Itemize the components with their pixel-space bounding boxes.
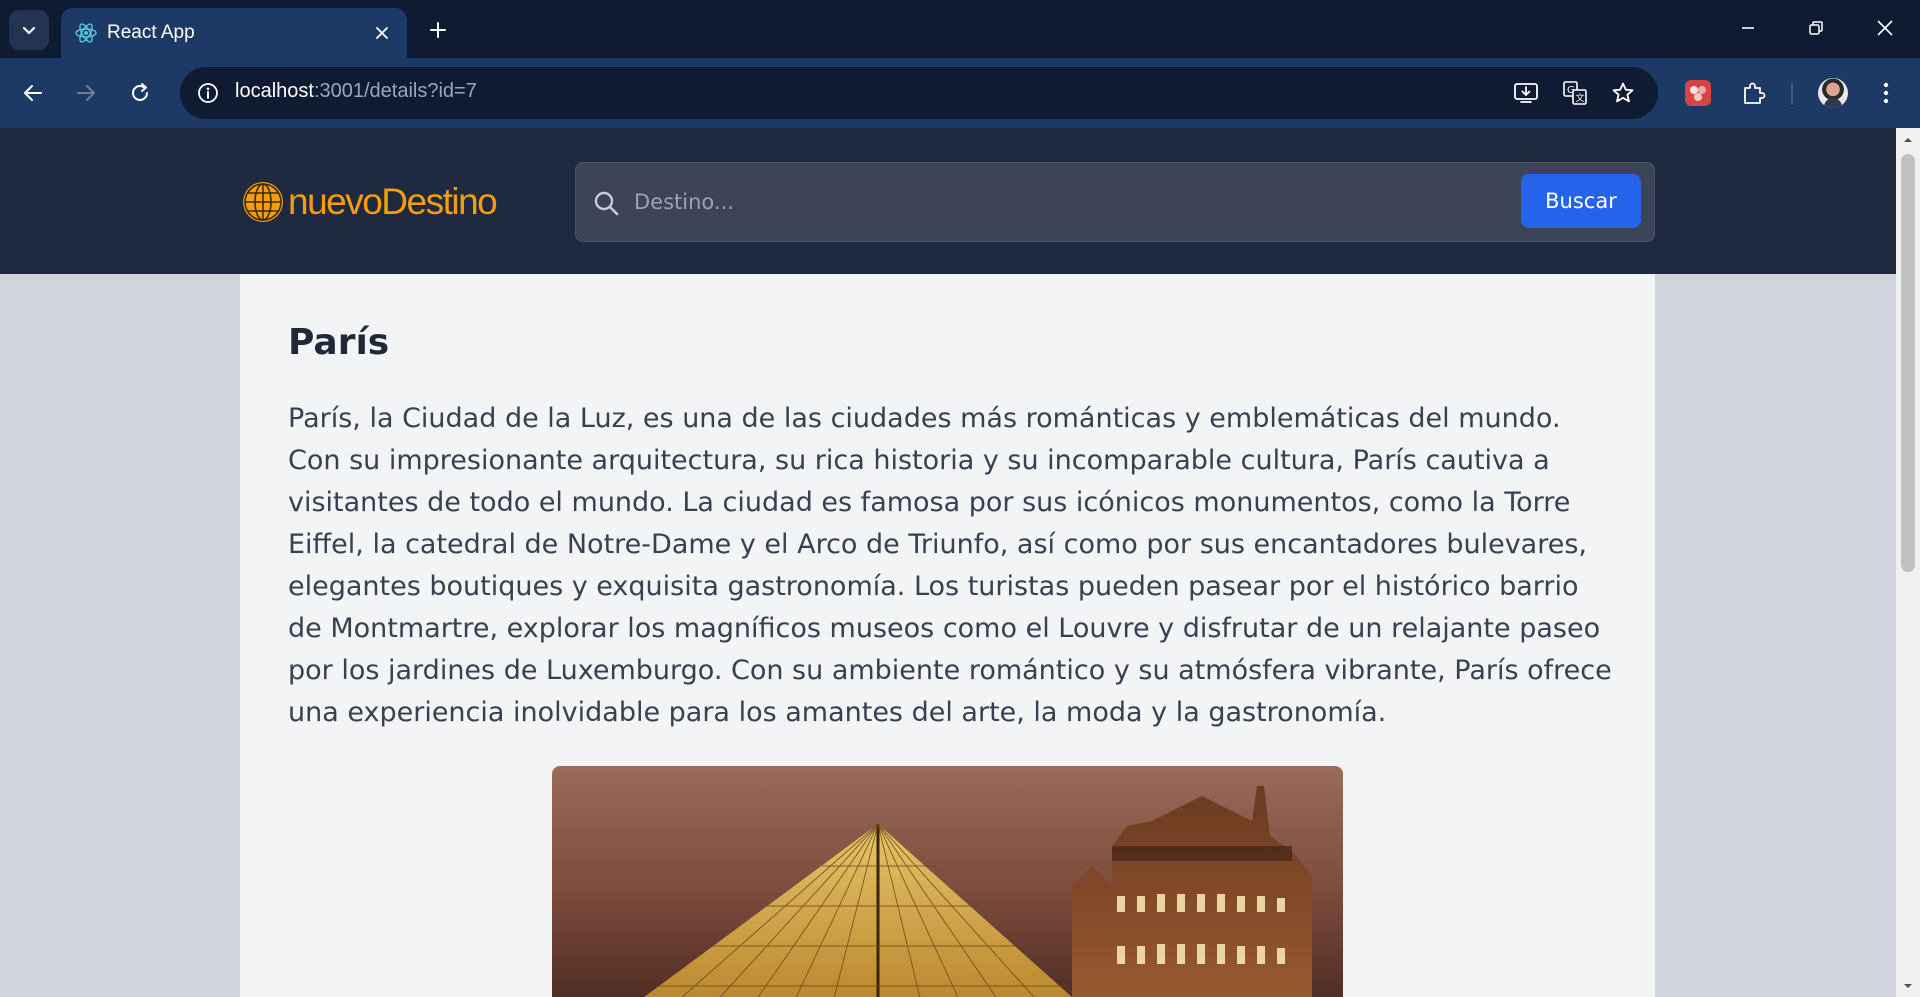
extension-app-button[interactable] <box>1680 75 1716 111</box>
extensions-button[interactable] <box>1735 75 1771 111</box>
tab-close-button[interactable] <box>367 18 397 48</box>
page-title: París <box>288 322 390 363</box>
svg-text:文: 文 <box>1576 92 1585 104</box>
extension-app-icon <box>1685 80 1711 106</box>
install-app-button[interactable] <box>1510 77 1542 109</box>
tab-search-button[interactable] <box>9 10 49 50</box>
scroll-up-icon[interactable] <box>1902 134 1914 146</box>
plus-icon <box>430 22 446 38</box>
destination-image <box>552 766 1343 997</box>
reload-icon <box>132 83 148 101</box>
destination-card: París París, la Ciudad de la Luz, es una… <box>240 274 1655 997</box>
url-text[interactable]: localhost:3001/details?id=7 <box>235 80 477 103</box>
browser-toolbar: localhost:3001/details?id=7 G文 <box>0 58 1920 128</box>
search-icon <box>594 191 619 216</box>
bookmark-button[interactable] <box>1607 77 1639 109</box>
star-icon <box>1612 82 1634 103</box>
arrow-right-icon <box>77 85 95 101</box>
tab-title: React App <box>107 22 195 43</box>
toolbar-divider <box>1791 83 1793 105</box>
logo-text: nuevoDestino <box>288 181 498 222</box>
url-host: localhost <box>235 80 314 102</box>
puzzle-icon <box>1744 82 1766 104</box>
page-viewport: nuevoDestino Buscar París París, la Ciud… <box>0 128 1920 997</box>
page-scrollbar[interactable] <box>1896 128 1920 997</box>
translate-button[interactable]: G文 <box>1559 77 1591 109</box>
close-icon <box>1877 20 1893 36</box>
translate-icon: G文 <box>1563 81 1587 105</box>
scrollbar-thumb[interactable] <box>1901 154 1915 572</box>
destination-search: Buscar <box>575 162 1655 242</box>
site-logo[interactable]: nuevoDestino <box>240 176 498 228</box>
restore-icon <box>1809 21 1823 35</box>
site-header: nuevoDestino Buscar <box>0 128 1896 274</box>
destination-description: París, la Ciudad de la Luz, es una de la… <box>288 403 1612 728</box>
globe-icon <box>243 182 283 222</box>
search-input[interactable] <box>634 179 1554 225</box>
url-path: :3001/details?id=7 <box>313 80 477 102</box>
restore-button[interactable] <box>1794 8 1838 48</box>
arrow-left-icon <box>24 85 42 101</box>
reload-button[interactable] <box>120 73 160 113</box>
window-close-button[interactable] <box>1863 8 1907 48</box>
avatar[interactable] <box>1818 78 1848 108</box>
chevron-down-icon <box>22 26 36 35</box>
minimize-icon <box>1742 27 1754 29</box>
site-info-button[interactable] <box>192 77 224 109</box>
tab-strip: React App <box>0 0 1920 58</box>
browser-menu-button[interactable] <box>1868 75 1904 111</box>
address-bar[interactable]: localhost:3001/details?id=7 G文 <box>180 67 1658 119</box>
kebab-menu-icon <box>1883 82 1889 104</box>
forward-button[interactable] <box>66 73 106 113</box>
close-icon <box>376 27 388 39</box>
scroll-down-icon[interactable] <box>1902 980 1914 992</box>
browser-tab[interactable]: React App <box>61 8 407 58</box>
minimize-button[interactable] <box>1726 8 1770 48</box>
search-button[interactable]: Buscar <box>1521 174 1641 228</box>
back-button[interactable] <box>13 73 53 113</box>
info-icon <box>198 83 218 103</box>
install-app-icon <box>1514 83 1538 103</box>
react-icon <box>72 19 100 47</box>
new-tab-button[interactable] <box>421 13 455 47</box>
